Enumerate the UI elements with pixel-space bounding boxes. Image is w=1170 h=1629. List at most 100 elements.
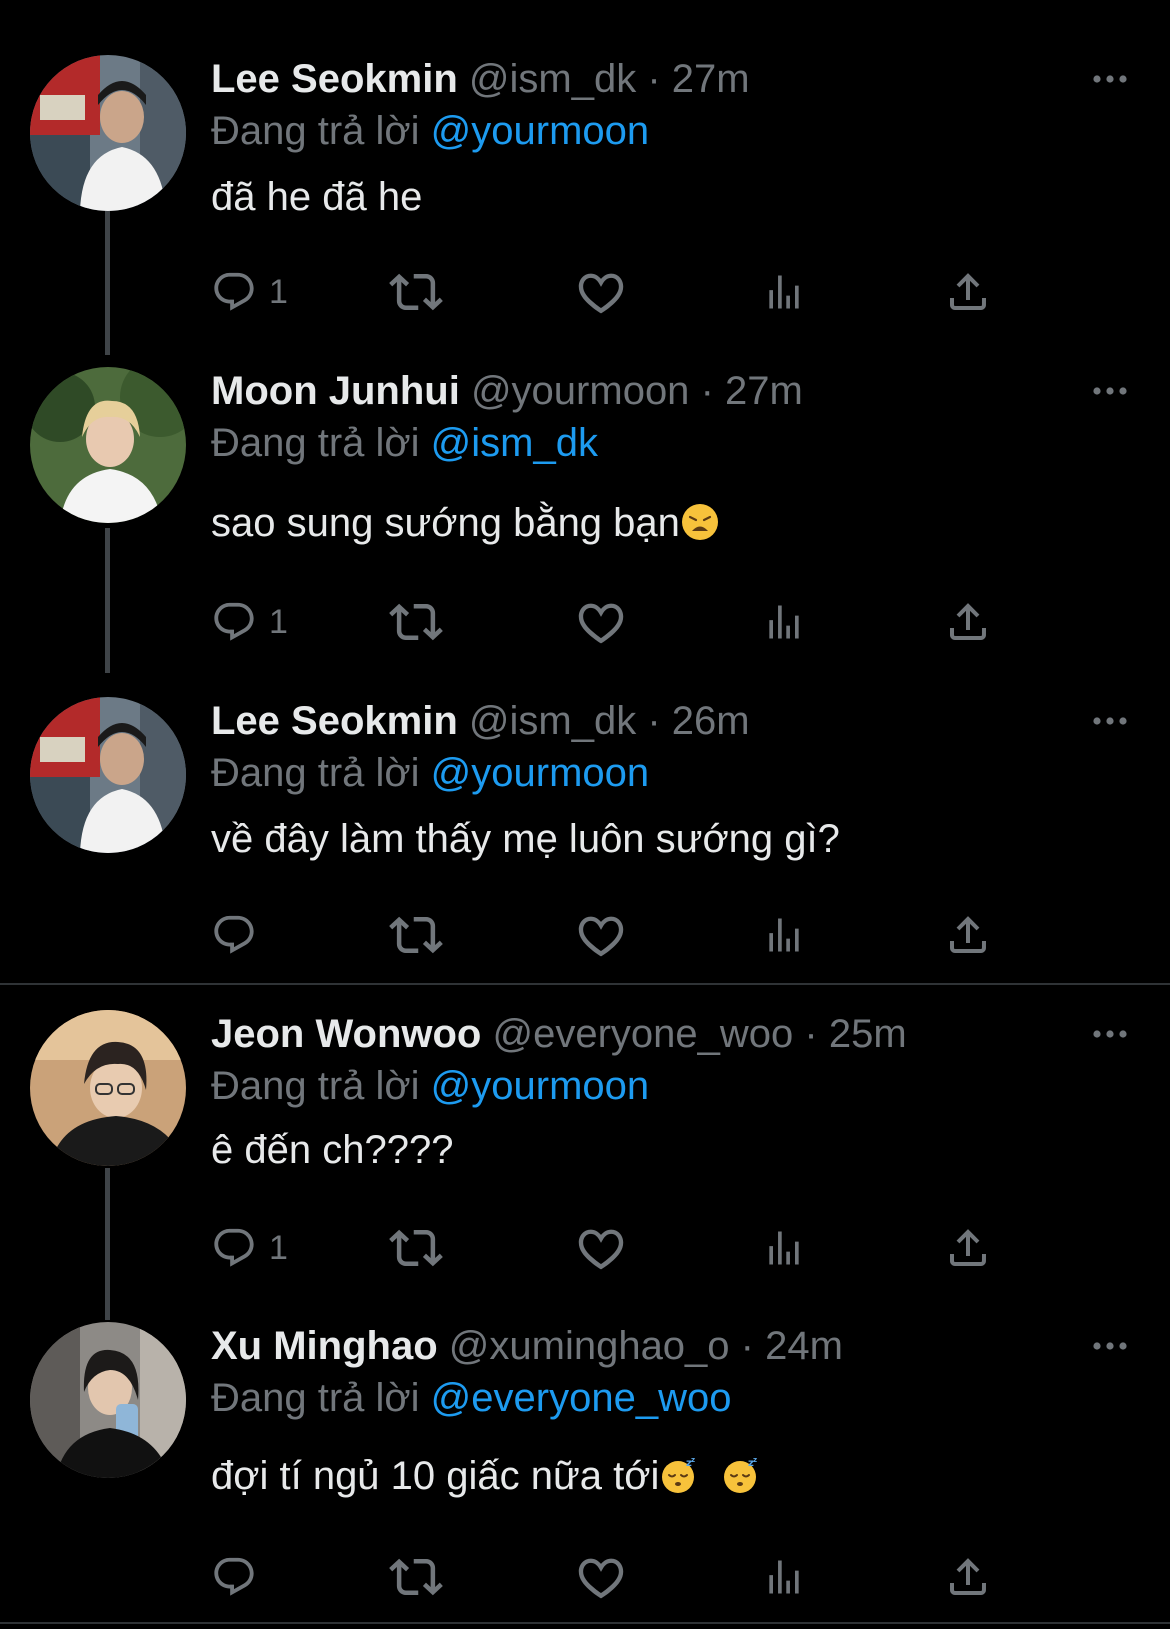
reply-button[interactable] xyxy=(211,905,269,965)
reply-icon xyxy=(211,599,257,645)
retweet-button[interactable] xyxy=(389,905,443,965)
views-icon xyxy=(762,913,806,957)
views-button[interactable] xyxy=(762,905,806,965)
timestamp[interactable]: 25m xyxy=(829,1012,907,1056)
like-button[interactable] xyxy=(575,1547,627,1607)
retweet-button[interactable] xyxy=(389,1547,443,1607)
replying-to: Đang trả lời @everyone_woo xyxy=(211,1373,731,1423)
separator-dot: · xyxy=(647,57,661,101)
user-handle[interactable]: @yourmoon xyxy=(471,369,689,413)
retweet-button[interactable] xyxy=(389,592,443,652)
retweet-icon xyxy=(389,1550,443,1604)
share-icon xyxy=(944,268,992,316)
replying-prefix: Đang trả lời xyxy=(211,109,420,153)
mention-link[interactable]: @yourmoon xyxy=(431,1064,649,1108)
like-icon xyxy=(575,266,627,318)
avatar[interactable] xyxy=(30,55,186,211)
sleeping-face-emoji xyxy=(659,1455,699,1495)
separator-dot: · xyxy=(740,1324,754,1368)
avatar[interactable] xyxy=(30,1010,186,1166)
views-button[interactable] xyxy=(762,1547,806,1607)
replying-to: Đang trả lời @ism_dk xyxy=(211,418,598,468)
user-handle[interactable]: @xuminghao_o xyxy=(449,1324,730,1368)
share-icon xyxy=(944,598,992,646)
like-icon xyxy=(575,1551,627,1603)
tweet[interactable]: Lee Seokmin @ism_dk · 27m Đang trả lời @… xyxy=(0,0,1170,330)
reply-icon xyxy=(211,912,257,958)
sleeping-face-emoji xyxy=(721,1455,761,1495)
reply-button[interactable] xyxy=(211,1547,269,1607)
conversation-divider xyxy=(0,983,1170,985)
tweet-text: ê đến ch???? xyxy=(211,1128,454,1172)
share-button[interactable] xyxy=(944,1218,992,1278)
more-icon[interactable] xyxy=(1090,1331,1130,1361)
separator-dot: · xyxy=(700,369,714,413)
mention-link[interactable]: @yourmoon xyxy=(431,751,649,795)
share-button[interactable] xyxy=(944,905,992,965)
display-name[interactable]: Moon Junhui xyxy=(211,369,460,413)
views-button[interactable] xyxy=(762,592,806,652)
separator-dot: · xyxy=(647,699,661,743)
display-name[interactable]: Lee Seokmin xyxy=(211,699,458,743)
thread-line xyxy=(105,1168,110,1320)
timestamp[interactable]: 24m xyxy=(765,1324,843,1368)
action-bar: 1 xyxy=(211,592,1071,652)
retweet-icon xyxy=(389,1221,443,1275)
replying-prefix: Đang trả lời xyxy=(211,421,420,465)
like-button[interactable] xyxy=(575,592,627,652)
like-icon xyxy=(575,1222,627,1274)
views-button[interactable] xyxy=(762,1218,806,1278)
share-button[interactable] xyxy=(944,592,992,652)
more-icon[interactable] xyxy=(1090,376,1130,406)
display-name[interactable]: Xu Minghao xyxy=(211,1324,438,1368)
reply-count: 1 xyxy=(269,602,288,641)
views-button[interactable] xyxy=(762,262,806,322)
like-button[interactable] xyxy=(575,1218,627,1278)
avatar[interactable] xyxy=(30,697,186,853)
user-handle[interactable]: @ism_dk xyxy=(469,57,636,101)
replying-to: Đang trả lời @yourmoon xyxy=(211,1061,649,1111)
more-icon[interactable] xyxy=(1090,1019,1130,1049)
display-name[interactable]: Lee Seokmin xyxy=(211,57,458,101)
tweet-text: về đây làm thấy mẹ luôn sướng gì? xyxy=(211,817,840,861)
timestamp[interactable]: 27m xyxy=(672,57,750,101)
retweet-button[interactable] xyxy=(389,262,443,322)
views-icon xyxy=(762,1555,806,1599)
weary-face-emoji xyxy=(680,502,720,542)
more-icon[interactable] xyxy=(1090,64,1130,94)
share-icon xyxy=(944,1224,992,1272)
reply-button[interactable]: 1 xyxy=(211,262,288,322)
like-icon xyxy=(575,909,627,961)
mention-link[interactable]: @ism_dk xyxy=(431,421,598,465)
reply-icon xyxy=(211,1554,257,1600)
user-handle[interactable]: @everyone_woo xyxy=(492,1012,793,1056)
more-icon[interactable] xyxy=(1090,706,1130,736)
timestamp[interactable]: 27m xyxy=(725,369,803,413)
replying-prefix: Đang trả lời xyxy=(211,751,420,795)
retweet-icon xyxy=(389,595,443,649)
like-button[interactable] xyxy=(575,905,627,965)
reply-button[interactable]: 1 xyxy=(211,1218,288,1278)
like-button[interactable] xyxy=(575,262,627,322)
reply-button[interactable]: 1 xyxy=(211,592,288,652)
tweet-text: sao sung sướng bằng bạn xyxy=(211,501,680,545)
timestamp[interactable]: 26m xyxy=(672,699,750,743)
separator-dot: · xyxy=(804,1012,818,1056)
share-button[interactable] xyxy=(944,262,992,322)
action-bar: 1 xyxy=(211,1218,1071,1278)
share-button[interactable] xyxy=(944,1547,992,1607)
action-bar: 1 xyxy=(211,262,1071,322)
retweet-button[interactable] xyxy=(389,1218,443,1278)
user-handle[interactable]: @ism_dk xyxy=(469,699,636,743)
replying-to: Đang trả lời @yourmoon xyxy=(211,106,649,156)
replying-to: Đang trả lời @yourmoon xyxy=(211,748,649,798)
mention-link[interactable]: @everyone_woo xyxy=(431,1376,732,1420)
like-icon xyxy=(575,596,627,648)
mention-link[interactable]: @yourmoon xyxy=(431,109,649,153)
thread-line xyxy=(105,528,110,673)
tweet-text-row: sao sung sướng bằng bạn xyxy=(211,498,720,548)
retweet-icon xyxy=(389,265,443,319)
avatar[interactable] xyxy=(30,367,186,523)
avatar[interactable] xyxy=(30,1322,186,1478)
display-name[interactable]: Jeon Wonwoo xyxy=(211,1012,481,1056)
